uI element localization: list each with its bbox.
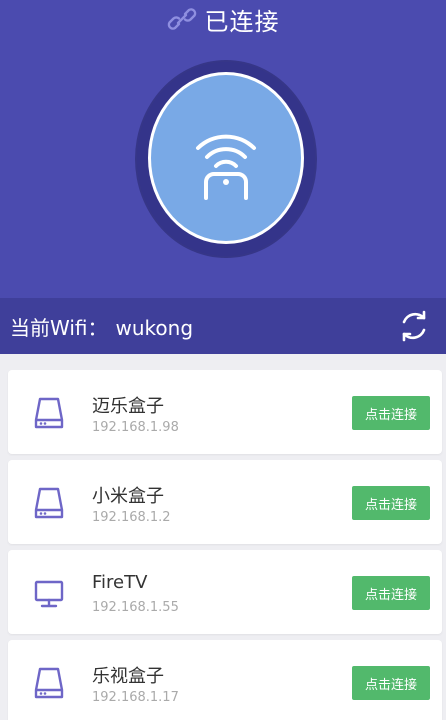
device-item[interactable]: 迈乐盒子 192.168.1.98 点击连接 [8, 370, 442, 454]
device-ip: 192.168.1.98 [92, 420, 179, 435]
device-ip: 192.168.1.2 [92, 510, 171, 525]
tv-box-icon [34, 397, 64, 429]
wifi-name: wukong [115, 316, 194, 340]
connect-device-button[interactable]: 点击连接 [352, 486, 430, 520]
connection-status: 已连接 [0, 0, 446, 38]
device-ip: 192.168.1.55 [92, 600, 179, 615]
header: 已连接 当前Wifi： wukong [0, 0, 446, 354]
status-text: 已连接 [204, 7, 280, 36]
link-icon [167, 8, 196, 30]
device-item[interactable]: FireTV 192.168.1.55 点击连接 [8, 550, 442, 634]
device-list: 迈乐盒子 192.168.1.98 点击连接 小米盒子 192.168.1.2 … [8, 370, 442, 720]
device-ip: 192.168.1.17 [92, 690, 179, 705]
connect-button[interactable] [148, 72, 304, 244]
connect-device-button[interactable]: 点击连接 [352, 576, 430, 610]
current-wifi: 当前Wifi： wukong [10, 312, 193, 341]
connect-device-button[interactable]: 点击连接 [352, 396, 430, 430]
tv-box-icon [34, 667, 64, 699]
device-item[interactable]: 小米盒子 192.168.1.2 点击连接 [8, 460, 442, 544]
device-name: 小米盒子 [92, 486, 164, 507]
wifi-label: 当前Wifi： [10, 316, 108, 340]
current-wifi-bar: 当前Wifi： wukong [0, 298, 446, 354]
tv-box-icon [34, 487, 64, 519]
remote-wifi-icon [196, 134, 256, 200]
connect-device-button[interactable]: 点击连接 [352, 666, 430, 700]
device-name: 迈乐盒子 [92, 396, 164, 417]
device-name: 乐视盒子 [92, 666, 164, 687]
device-name: FireTV [92, 572, 148, 593]
device-item[interactable]: 乐视盒子 192.168.1.17 点击连接 [8, 640, 442, 720]
refresh-icon[interactable] [396, 308, 432, 344]
monitor-icon [34, 580, 64, 608]
